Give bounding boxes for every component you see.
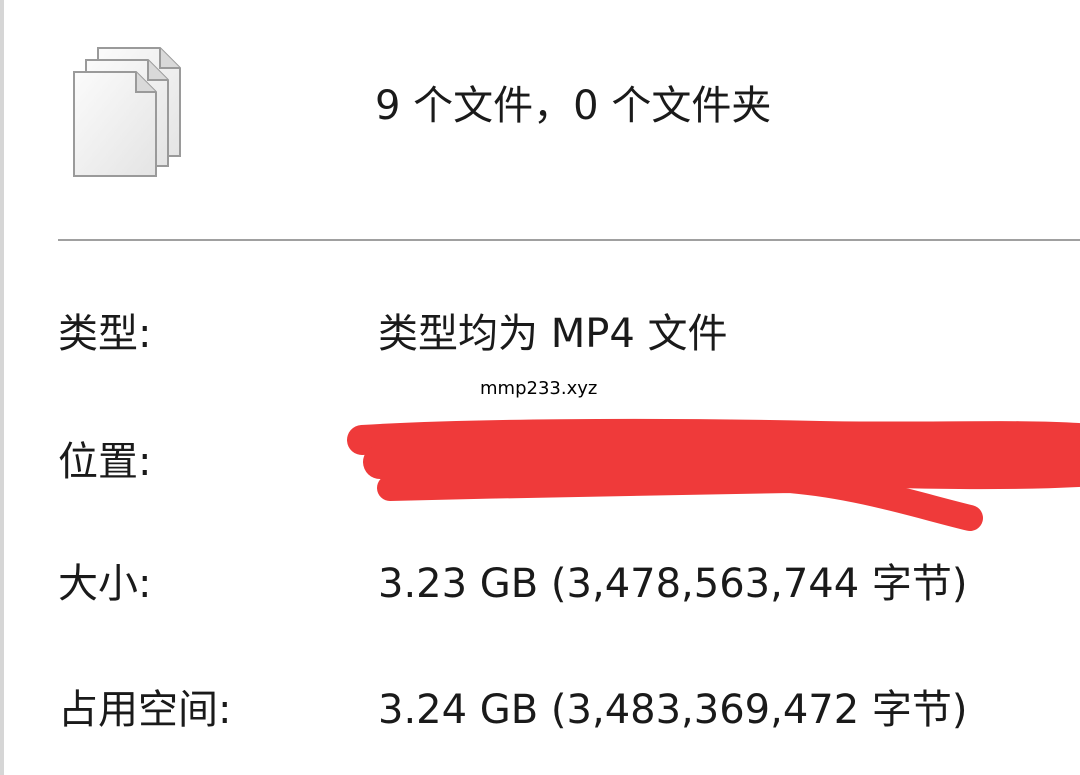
size-value: 3.23 GB (3,478,563,744 字节) [378,561,968,607]
watermark-text: mmp233.xyz [480,378,598,399]
size-label: 大小: [58,561,152,607]
type-label: 类型: [58,311,152,357]
properties-panel: 9 个文件，0 个文件夹 类型: 类型均为 MP4 文件 mmp233.xyz … [0,0,1080,775]
multiple-files-icon [73,47,181,177]
selection-summary: 9 个文件，0 个文件夹 [375,83,772,129]
size-on-disk-value: 3.24 GB (3,483,369,472 字节) [378,687,968,733]
size-on-disk-label: 占用空间: [58,687,232,733]
redaction-scribble [347,418,1080,531]
window-edge [0,0,4,775]
location-label: 位置: [58,439,152,485]
type-value: 类型均为 MP4 文件 [378,311,728,357]
section-divider [58,239,1080,241]
